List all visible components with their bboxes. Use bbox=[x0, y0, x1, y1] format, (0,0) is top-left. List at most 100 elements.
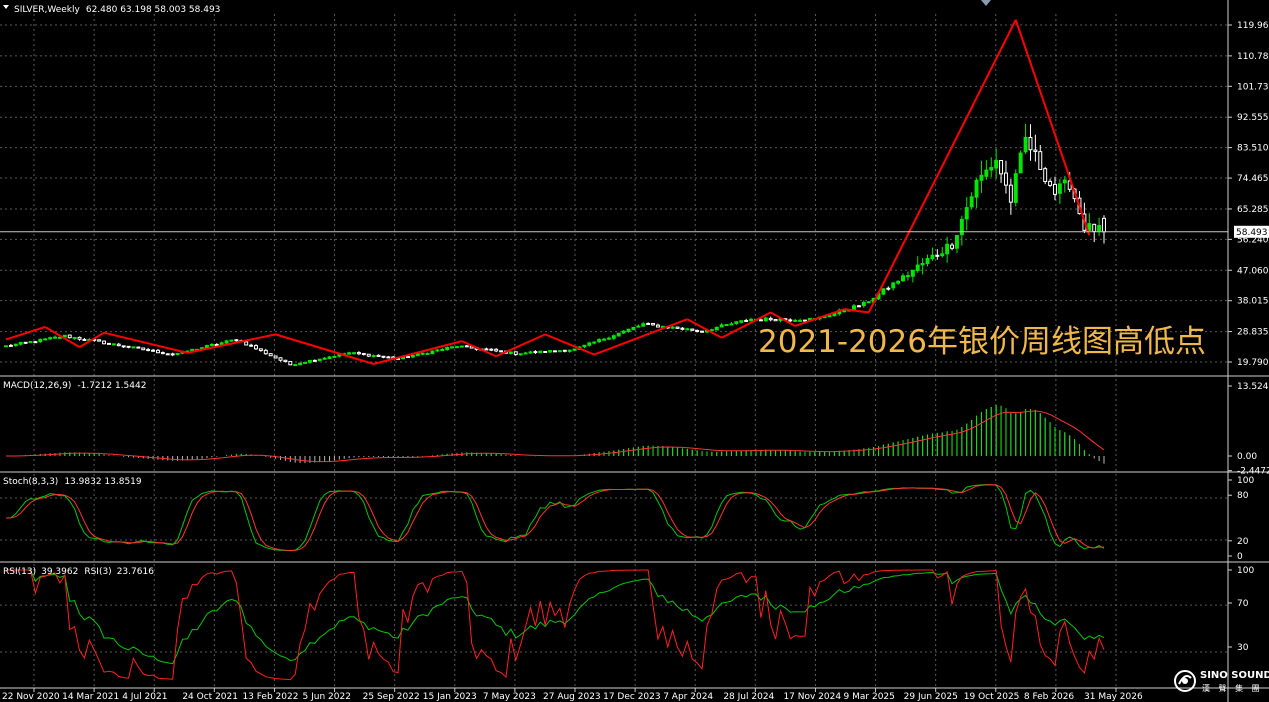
candle-body bbox=[322, 357, 327, 360]
candle-body bbox=[621, 330, 626, 334]
candle-body bbox=[533, 351, 538, 354]
price-axis-label: 74.465 bbox=[1237, 174, 1269, 184]
candle-body bbox=[910, 269, 915, 277]
sino-sound-logo: SINO SOUND 漢 聲 集 團 bbox=[1172, 668, 1269, 696]
candle-body bbox=[905, 275, 910, 278]
stoch-axis-label: 0 bbox=[1237, 552, 1243, 562]
candle-body bbox=[1023, 136, 1028, 153]
candle-body bbox=[229, 339, 234, 342]
candle-body bbox=[489, 348, 494, 351]
candle-body bbox=[450, 346, 455, 349]
candle-body bbox=[891, 282, 896, 289]
candle-body bbox=[72, 337, 77, 340]
candle-body bbox=[106, 342, 111, 345]
candle-body bbox=[989, 167, 994, 171]
candle-body bbox=[361, 352, 366, 355]
candle-body bbox=[1053, 183, 1057, 195]
candle-body bbox=[28, 341, 33, 344]
candle-body bbox=[151, 349, 156, 352]
candle-body bbox=[641, 323, 646, 327]
candle-body bbox=[954, 234, 959, 249]
candle-body bbox=[298, 362, 303, 366]
candle-body bbox=[33, 341, 38, 344]
candle-body bbox=[67, 334, 72, 339]
candle-body bbox=[283, 359, 288, 363]
candle-body bbox=[562, 349, 567, 352]
candle-body bbox=[553, 350, 557, 353]
candle-body bbox=[788, 319, 793, 322]
candle-body bbox=[8, 344, 13, 347]
candle-body bbox=[307, 359, 312, 363]
candle-body bbox=[1038, 151, 1043, 170]
price-axis-label: 28.835 bbox=[1237, 328, 1269, 338]
stoch-axis-label: 20 bbox=[1237, 537, 1249, 547]
candle-body bbox=[327, 356, 332, 360]
candle-body bbox=[332, 355, 337, 358]
candle-body bbox=[866, 301, 871, 304]
logo-brand-subtext: 漢 聲 集 團 bbox=[1202, 684, 1263, 693]
candle-body bbox=[430, 350, 435, 355]
candle-body bbox=[136, 346, 141, 349]
time-axis-label: 4 Jul 2021 bbox=[122, 692, 167, 702]
candle-body bbox=[700, 330, 705, 333]
time-axis-label: 17 Dec 2023 bbox=[603, 692, 661, 702]
candle-body bbox=[920, 262, 925, 266]
price-axis-label: 101.735 bbox=[1237, 82, 1269, 92]
candle-body bbox=[386, 356, 391, 359]
candle-body bbox=[739, 320, 744, 323]
candle-body bbox=[856, 305, 861, 308]
candle-body bbox=[278, 357, 283, 361]
candle-body bbox=[405, 356, 410, 359]
candle-body bbox=[263, 349, 268, 355]
time-axis-label: 15 Jan 2023 bbox=[423, 692, 477, 702]
candle-body bbox=[499, 350, 504, 353]
candle-body bbox=[1018, 152, 1023, 174]
candle-body bbox=[969, 196, 974, 208]
candle-body bbox=[268, 353, 273, 357]
time-axis-label: 29 Jun 2025 bbox=[904, 692, 958, 702]
price-axis-label: 19.790 bbox=[1237, 358, 1269, 368]
candle-body bbox=[695, 330, 700, 333]
candle-body bbox=[249, 344, 254, 347]
candle-body bbox=[1057, 183, 1062, 194]
candle-body bbox=[1008, 184, 1013, 203]
candle-body bbox=[631, 326, 636, 331]
candle-body bbox=[141, 347, 146, 351]
candle-body bbox=[592, 341, 597, 344]
candle-body bbox=[945, 243, 950, 255]
candle-body bbox=[244, 341, 249, 346]
time-axis-label: 24 Oct 2021 bbox=[182, 692, 238, 702]
candle-body bbox=[57, 336, 62, 339]
candle-body bbox=[758, 319, 763, 322]
candle-body bbox=[1033, 149, 1038, 152]
candle-body bbox=[254, 345, 258, 350]
candle-body bbox=[901, 275, 905, 282]
candle-body bbox=[523, 352, 528, 355]
candle-body bbox=[121, 345, 126, 348]
chart-canvas[interactable]: SILVER,Weekly 62.480 63.198 58.003 58.493… bbox=[0, 0, 1269, 702]
candle-body bbox=[724, 324, 729, 327]
candle-body bbox=[13, 343, 18, 347]
candle-body bbox=[1013, 173, 1018, 203]
candle-body bbox=[626, 328, 631, 333]
candle-body bbox=[773, 319, 778, 322]
candle-body bbox=[381, 355, 386, 358]
candle-body bbox=[1028, 136, 1033, 151]
candle-body bbox=[749, 318, 754, 322]
candle-body bbox=[729, 323, 734, 326]
candle-body bbox=[234, 339, 239, 342]
candle-body bbox=[959, 218, 964, 236]
candle-body bbox=[513, 351, 518, 355]
candle-body bbox=[528, 351, 533, 354]
candle-body bbox=[165, 353, 170, 356]
candle-body bbox=[616, 332, 621, 337]
candle-body bbox=[1043, 168, 1048, 183]
candle-body bbox=[719, 324, 724, 328]
candle-body bbox=[97, 339, 102, 342]
candle-body bbox=[861, 301, 866, 307]
macd-axis-label: 0.00 bbox=[1237, 452, 1257, 462]
rsi-axis-label: 100 bbox=[1237, 566, 1254, 576]
candle-body bbox=[77, 336, 82, 340]
candle-body bbox=[567, 349, 572, 352]
candle-body bbox=[896, 280, 901, 284]
